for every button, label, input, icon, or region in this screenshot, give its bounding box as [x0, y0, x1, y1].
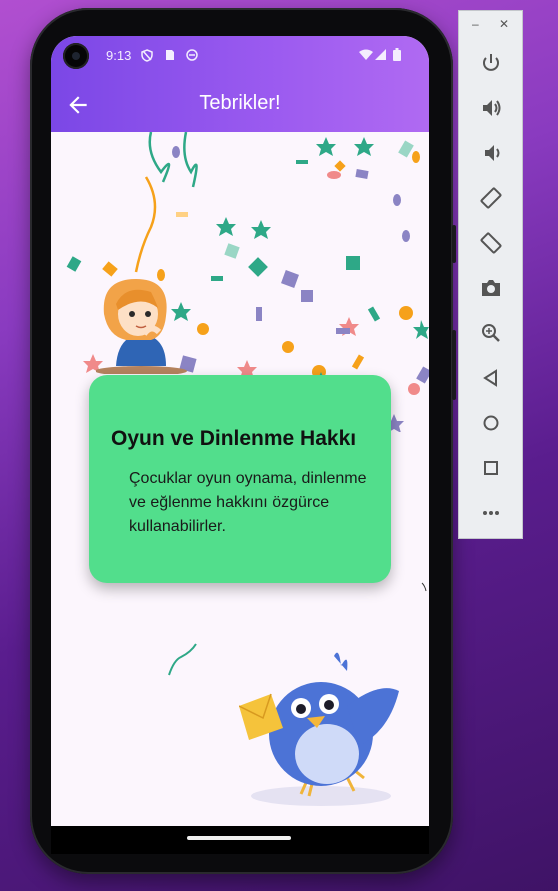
- sim-card-icon: [166, 50, 174, 60]
- rotate-left-icon[interactable]: [478, 185, 504, 211]
- phone-screen: 9:13 Tebrikler! Oyun ve Dinlenme Hakkı Ç…: [51, 36, 429, 826]
- close-icon[interactable]: ✕: [499, 17, 509, 31]
- volume-up-icon[interactable]: [478, 95, 504, 121]
- card-title: Oyun ve Dinlenme Hakkı: [111, 427, 357, 450]
- signal-icon: [375, 49, 386, 60]
- front-camera: [63, 43, 89, 69]
- power-icon[interactable]: [478, 50, 504, 76]
- confetti-streamer: [168, 643, 197, 676]
- home-icon[interactable]: [478, 410, 504, 436]
- overview-icon[interactable]: [478, 455, 504, 481]
- emulator-toolbar: – ✕: [458, 10, 523, 539]
- minimize-icon[interactable]: –: [472, 17, 479, 31]
- girl-illustration: [96, 279, 187, 374]
- back-icon[interactable]: [478, 365, 504, 391]
- confetti-streamer: [421, 582, 427, 592]
- page-title: Tebrikler!: [199, 92, 281, 114]
- gesture-handle[interactable]: [187, 836, 291, 840]
- phone-side-button: [452, 330, 456, 400]
- card-body: Çocuklar oyun oynama, dinlenme ve eğlenm…: [129, 470, 367, 535]
- camera-icon[interactable]: [478, 275, 504, 301]
- bird-mascot-illustration: [239, 652, 399, 806]
- phone-side-button: [452, 225, 456, 263]
- status-bar: 9:13: [51, 36, 429, 76]
- volume-down-icon[interactable]: [478, 140, 504, 166]
- navigation-bar: [51, 826, 429, 854]
- app-status-icon: [186, 49, 198, 61]
- battery-icon: [393, 48, 401, 61]
- wifi-icon: [359, 49, 373, 60]
- rotate-right-icon[interactable]: [478, 230, 504, 256]
- info-card: Oyun ve Dinlenme Hakkı Çocuklar oyun oyn…: [89, 375, 391, 583]
- status-time: 9:13: [106, 48, 132, 63]
- shield-icon: [141, 49, 153, 62]
- zoom-icon[interactable]: [478, 320, 504, 346]
- more-icon[interactable]: [478, 500, 504, 526]
